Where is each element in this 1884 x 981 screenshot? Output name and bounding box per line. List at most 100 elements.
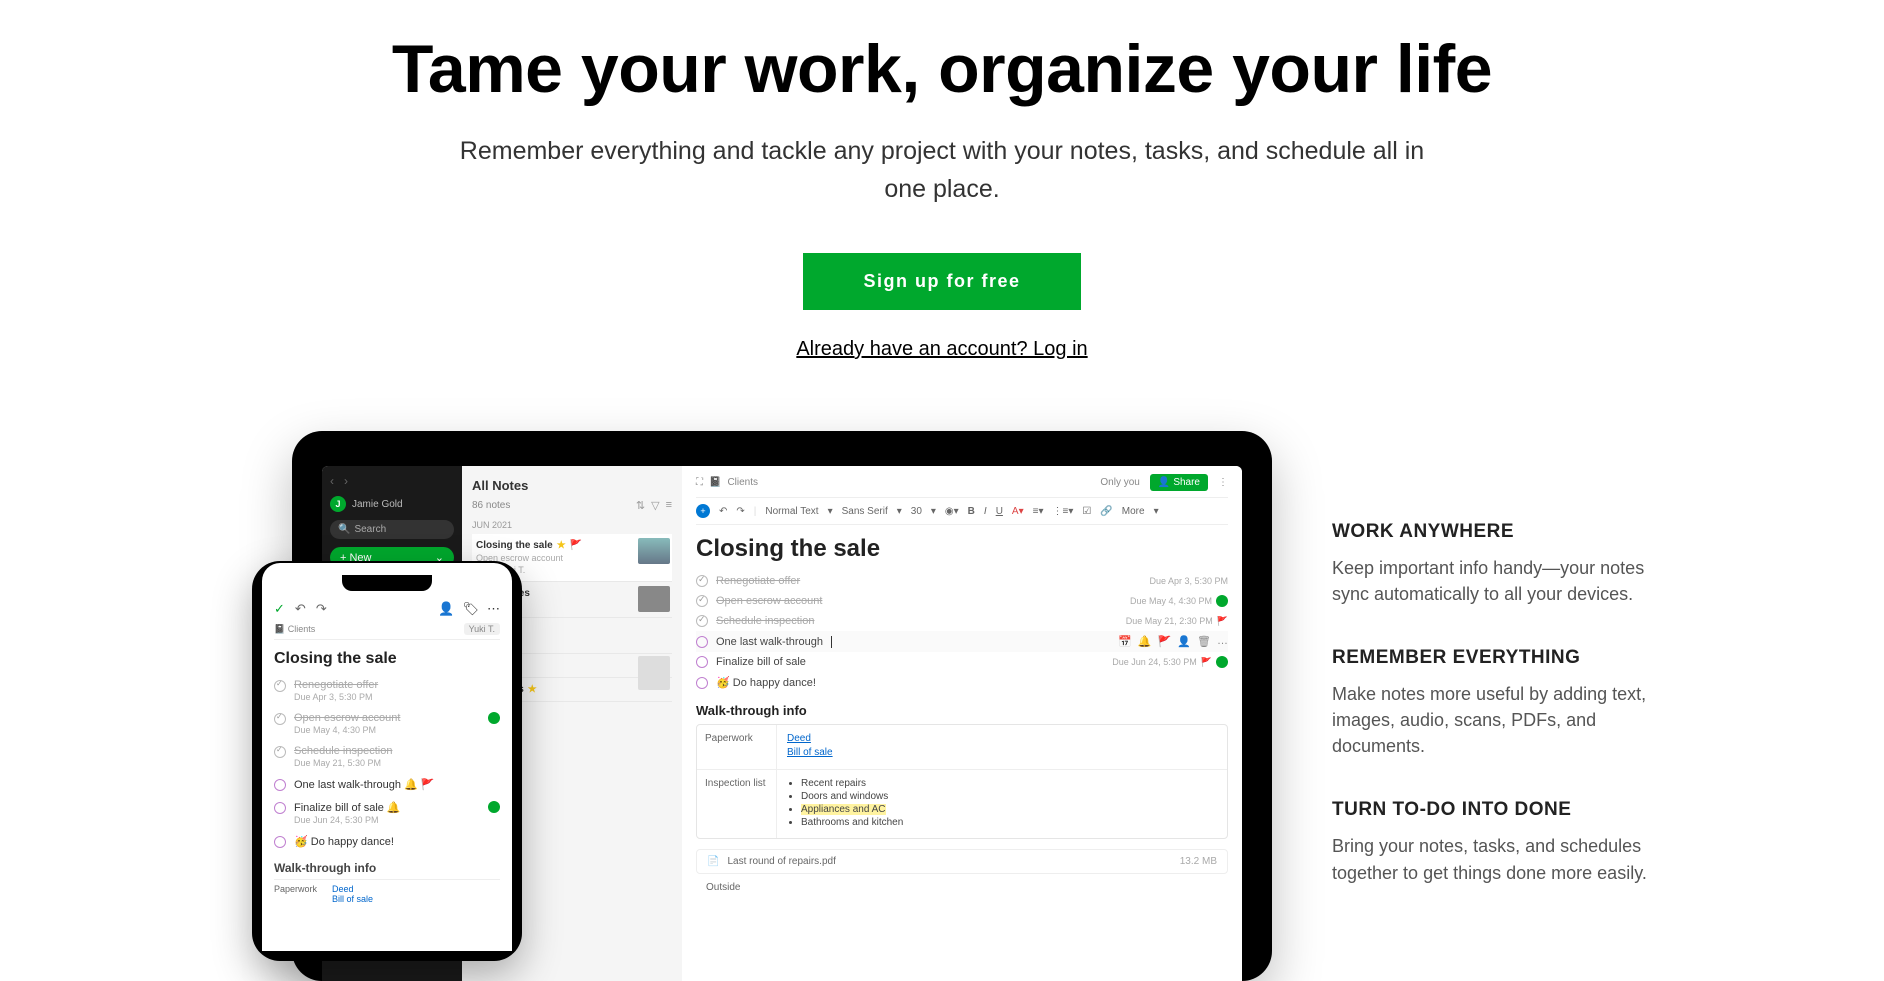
more-icon[interactable]: ⋮ (1218, 477, 1228, 488)
feature-heading: REMEMBER EVERYTHING (1332, 647, 1652, 669)
task-row[interactable]: Schedule inspectionDue May 21, 5:30 PM (274, 740, 500, 773)
expand-icon[interactable]: ⛶ (696, 477, 703, 488)
hero-section: Tame your work, organize your life Remem… (392, 0, 1492, 361)
signup-button[interactable]: Sign up for free (803, 253, 1080, 310)
hero-title: Tame your work, organize your life (392, 30, 1492, 108)
reminder-icon[interactable]: 🔔 (1138, 635, 1152, 648)
avatar: J (330, 496, 346, 512)
breadcrumb[interactable]: Clients (288, 624, 316, 634)
profile-name: Jamie Gold (352, 499, 403, 510)
features-column: WORK ANYWHERE Keep important info handy—… (1332, 431, 1652, 971)
link[interactable]: Bill of sale (332, 894, 373, 904)
avatar-badge (488, 801, 500, 813)
tag[interactable]: Yuki T. (464, 623, 500, 635)
font-size-select[interactable]: 30 (911, 506, 922, 517)
note-title[interactable]: Closing the sale (696, 535, 1228, 563)
feature-block: TURN TO-DO INTO DONE Bring your notes, t… (1332, 799, 1652, 885)
task-row[interactable]: Open escrow accountDue May 4, 4:30 PM (696, 591, 1228, 611)
italic-icon[interactable]: I (984, 506, 987, 517)
more-icon[interactable]: ⋯ (487, 601, 500, 617)
flag-icon[interactable]: 🚩 (1158, 635, 1172, 648)
more-icon[interactable]: … (1217, 635, 1228, 648)
avatar-badge (1216, 656, 1228, 668)
task-row[interactable]: Finalize bill of saleDue Jun 24, 5:30 PM… (696, 652, 1228, 672)
info-table: Paperwork Deed Bill of sale (274, 879, 500, 904)
task-row[interactable]: Renegotiate offerDue Apr 3, 5:30 PM (274, 674, 500, 707)
check-list-icon[interactable]: ☑ (1082, 506, 1091, 517)
delete-icon[interactable]: 🗑 (1197, 635, 1211, 648)
feature-body: Make notes more useful by adding text, i… (1332, 681, 1652, 759)
text-style-select[interactable]: Normal Text (765, 506, 818, 517)
assign-icon[interactable]: 👤 (1177, 635, 1191, 648)
note-count: 86 notes (472, 500, 510, 511)
undo-icon[interactable]: ↶ (719, 506, 727, 517)
thumbnail (638, 538, 670, 564)
link[interactable]: Bill of sale (787, 747, 1217, 758)
task-row[interactable]: Finalize bill of sale 🔔Due Jun 24, 5:30 … (274, 796, 500, 830)
phone-frame: ✓ ↶ ↷ 👤 🏷 ⋯ 📓 Clients Yuki T. (252, 561, 522, 961)
list-item: Doors and windows (801, 791, 1217, 802)
link[interactable]: Deed (332, 884, 373, 894)
notelist-header: All Notes (472, 478, 672, 493)
privacy-label: Only you (1100, 477, 1139, 488)
view-icon[interactable]: ≡ (666, 499, 672, 512)
notebook-icon: 📓 (274, 624, 285, 634)
device-mockups: ‹› J Jamie Gold 🔍 Search + New⌄ (232, 431, 1232, 971)
flag-icon: 🚩 (1217, 616, 1228, 627)
table-label: Inspection list (697, 770, 777, 838)
pdf-icon: 📄 (707, 856, 719, 867)
avatar-badge (1216, 595, 1228, 607)
link[interactable]: Deed (787, 733, 1217, 744)
tag-icon[interactable]: 🏷 (462, 601, 479, 617)
font-family-select[interactable]: Sans Serif (842, 506, 888, 517)
task-row[interactable]: Renegotiate offerDue Apr 3, 5:30 PM (696, 571, 1228, 591)
flag-icon: 🚩 (1201, 657, 1212, 668)
redo-icon[interactable]: ↷ (316, 601, 327, 617)
search-input[interactable]: 🔍 Search (330, 520, 454, 539)
feature-heading: WORK ANYWHERE (1332, 521, 1652, 543)
avatar-badge (488, 712, 500, 724)
back-icon: ‹ (330, 474, 334, 488)
login-link[interactable]: Already have an account? Log in (392, 338, 1492, 361)
section-heading: Walk-through info (696, 703, 1228, 718)
note-title[interactable]: Closing the sale (274, 650, 500, 668)
undo-icon[interactable]: ↶ (295, 601, 306, 617)
caption: Outside (696, 882, 1228, 893)
note-editor: ⛶ 📓 Clients Only you 👤Share ⋮ + ↶ ↷ | (682, 466, 1242, 981)
underline-icon[interactable]: U (996, 506, 1003, 517)
thumbnail (638, 586, 670, 612)
search-icon: 🔍 (338, 524, 350, 535)
feature-block: WORK ANYWHERE Keep important info handy—… (1332, 521, 1652, 607)
list-item: Appliances and AC (801, 804, 1217, 815)
hero-subtitle: Remember everything and tackle any proje… (442, 133, 1442, 208)
text-color-icon[interactable]: A▾ (1012, 506, 1024, 517)
link-icon[interactable]: 🔗 (1100, 506, 1112, 517)
info-table: Paperwork Deed Bill of sale Inspection l… (696, 724, 1228, 839)
sort-icon[interactable]: ⇅ (636, 499, 645, 512)
task-row[interactable]: 🥳 Do happy dance! (696, 672, 1228, 693)
list-item: Recent repairs (801, 778, 1217, 789)
share-button[interactable]: 👤Share (1150, 474, 1208, 491)
more-toolbar[interactable]: More (1122, 506, 1145, 517)
list-item: Bathrooms and kitchen (801, 817, 1217, 828)
task-row[interactable]: One last walk-through📅🔔🚩👤🗑… (696, 631, 1228, 652)
insert-icon[interactable]: + (696, 504, 710, 518)
attachment[interactable]: 📄 Last round of repairs.pdf 13.2 MB (696, 849, 1228, 874)
bullet-list-icon[interactable]: ≡▾ (1033, 506, 1044, 517)
person-add-icon[interactable]: 👤 (438, 601, 454, 617)
breadcrumb[interactable]: Clients (727, 477, 758, 488)
task-row[interactable]: Schedule inspectionDue May 21, 2:30 PM 🚩 (696, 611, 1228, 631)
task-row[interactable]: 🥳 Do happy dance! (274, 830, 500, 853)
calendar-icon[interactable]: 📅 (1118, 635, 1132, 648)
feature-block: REMEMBER EVERYTHING Make notes more usef… (1332, 647, 1652, 759)
check-icon[interactable]: ✓ (274, 601, 285, 617)
person-icon: 👤 (1158, 477, 1170, 488)
feature-body: Keep important info handy—your notes syn… (1332, 555, 1652, 607)
task-row[interactable]: One last walk-through 🔔 🚩 (274, 773, 500, 796)
bold-icon[interactable]: B (968, 506, 975, 517)
number-list-icon[interactable]: ⋮≡▾ (1052, 506, 1073, 517)
redo-icon[interactable]: ↷ (736, 506, 744, 517)
filter-icon[interactable]: ▽ (651, 499, 659, 512)
task-row[interactable]: Open escrow accountDue May 4, 4:30 PM (274, 707, 500, 740)
color-icon[interactable]: ◉▾ (945, 506, 959, 517)
